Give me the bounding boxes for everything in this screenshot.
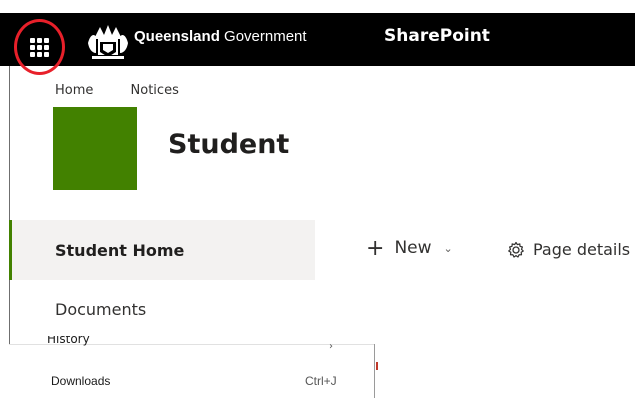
site-title[interactable]: Student	[168, 129, 289, 160]
breadcrumb: Home Notices	[55, 83, 212, 98]
brand-name[interactable]: Queensland Government	[134, 28, 307, 45]
submenu-arrow-icon: ›	[329, 341, 333, 352]
menu-item-history[interactable]: History	[47, 336, 90, 346]
menu-item-downloads[interactable]: Downloads	[51, 374, 110, 388]
brand-bold: Queensland	[134, 28, 220, 45]
page-details-button[interactable]: Page details	[507, 240, 630, 259]
left-divider	[9, 66, 10, 345]
app-name[interactable]: SharePoint	[384, 26, 490, 46]
brand-light: Government	[219, 28, 307, 45]
breadcrumb-home[interactable]: Home	[55, 83, 93, 98]
plus-icon: +	[366, 235, 385, 261]
selected-indicator	[9, 220, 12, 280]
app-launcher-button[interactable]	[14, 19, 65, 75]
menu-divider	[374, 344, 375, 398]
new-button[interactable]: + New ⌄	[366, 235, 453, 261]
red-mark	[376, 362, 378, 370]
chevron-down-icon: ⌄	[443, 241, 453, 255]
new-label: New	[394, 238, 432, 258]
site-logo[interactable]	[53, 107, 137, 190]
page-details-label: Page details	[533, 240, 631, 259]
menu-item-history-label: History	[47, 336, 90, 346]
nav-item-label[interactable]: Student Home	[55, 241, 184, 260]
top-strip	[0, 0, 635, 13]
queensland-crest-icon	[88, 25, 128, 59]
breadcrumb-notices[interactable]: Notices	[131, 83, 179, 98]
gear-icon	[508, 241, 524, 258]
browser-context-menu: History › Downloads Ctrl+J	[9, 336, 375, 399]
nav-item-documents[interactable]: Documents	[55, 300, 146, 319]
suite-bar: Queensland Government SharePoint	[0, 13, 635, 75]
app-launcher-icon	[30, 38, 49, 57]
downloads-shortcut: Ctrl+J	[305, 374, 337, 388]
